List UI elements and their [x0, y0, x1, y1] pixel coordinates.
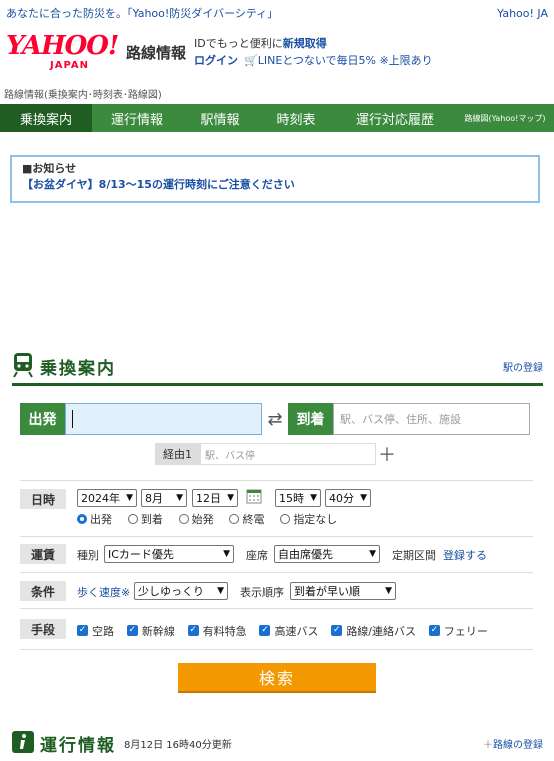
- walk-speed-select[interactable]: 少しゆっくり ▼: [134, 582, 228, 600]
- login-link[interactable]: ログイン: [194, 54, 238, 67]
- header: YAHOO! JAPAN 路線情報 IDでもっと便利に新規取得 ログイン 🛒LIN…: [0, 26, 554, 78]
- radio-arrival[interactable]: 到着: [127, 511, 163, 527]
- top-bar: あなたに合った防災を。「Yahoo!防災ダイバーシティ」 Yahoo! JA: [0, 0, 554, 26]
- means-checkboxes: ✓ 空路 ✓ 新幹線 ✓ 有料特急 ✓ 高速バス ✓ 路線/連絡バス ✓ フェリー: [77, 621, 497, 639]
- checkbox-highway-bus[interactable]: ✓ 高速バス: [259, 623, 318, 639]
- minute-select[interactable]: 40分 ▼: [325, 489, 371, 507]
- search-button[interactable]: 検索: [178, 663, 376, 693]
- operation-info-title: 運行情報: [40, 735, 116, 756]
- service-name[interactable]: 路線情報: [126, 42, 186, 63]
- seat-label: 座席: [246, 549, 268, 562]
- fare-row: 運賃 種別 ICカード優先 ▼ 座席 自由席優先 ▼ 定期区間 登録する: [20, 536, 533, 573]
- breadcrumb: 路線情報(乗換案内･時刻表･路線図): [4, 90, 162, 101]
- chevron-down-icon: ▼: [176, 493, 183, 503]
- checkbox-shinkansen[interactable]: ✓ 新幹線: [126, 623, 175, 639]
- info-icon: [12, 730, 34, 756]
- month-select[interactable]: 8月 ▼: [141, 489, 187, 507]
- line-promo-link[interactable]: LINEとつないで毎日5% ※上限あり: [258, 54, 433, 67]
- walk-speed-link[interactable]: 歩く速度※: [77, 584, 130, 600]
- cart-icon: 🛒: [244, 54, 258, 67]
- radio-none[interactable]: 指定なし: [280, 511, 337, 527]
- global-nav: 乗換案内 運行情報 駅情報 時刻表 運行対応履歴 路線図(Yahoo!マップ): [0, 104, 554, 132]
- id-text: IDでもっと便利に: [194, 37, 283, 50]
- transfer-title: 乗換案内: [40, 358, 116, 379]
- checkbox-limited-express[interactable]: ✓ 有料特急: [187, 623, 247, 639]
- tab-operation[interactable]: 運行情報: [92, 104, 182, 132]
- tab-route-map[interactable]: 路線図(Yahoo!マップ): [456, 104, 554, 132]
- notice-link[interactable]: 【お盆ダイヤ】8/13〜15の運行時刻にご注意ください: [22, 178, 295, 191]
- radio-last-train[interactable]: 終電: [229, 511, 264, 527]
- train-icon: [12, 352, 34, 381]
- seat-select[interactable]: 自由席優先 ▼: [274, 545, 380, 563]
- tab-timetable[interactable]: 時刻表: [258, 104, 334, 132]
- chevron-down-icon: ▼: [385, 586, 392, 596]
- condition-label: 条件: [20, 581, 66, 601]
- check-icon: ✓: [428, 625, 440, 636]
- fare-type-label: 種別: [77, 549, 99, 562]
- check-icon: ✓: [187, 625, 199, 636]
- chevron-down-icon: ▼: [360, 493, 367, 503]
- from-input[interactable]: [65, 403, 262, 435]
- promo-link[interactable]: あなたに合った防災を。「Yahoo!防災ダイバーシティ」: [6, 5, 278, 21]
- yahoo-japan-link[interactable]: Yahoo! JA: [497, 7, 548, 20]
- sort-order-select[interactable]: 到着が早い順 ▼: [290, 582, 396, 600]
- notice-box: ■お知らせ 【お盆ダイヤ】8/13〜15の運行時刻にご注意ください: [10, 155, 540, 203]
- station-register-link[interactable]: 駅の登録: [503, 359, 543, 374]
- tab-station[interactable]: 駅情報: [182, 104, 258, 132]
- chevron-down-icon: ▼: [126, 493, 133, 503]
- tab-transfer[interactable]: 乗換案内: [0, 104, 92, 132]
- check-icon: ✓: [331, 625, 343, 636]
- chevron-down-icon: ▼: [223, 549, 230, 559]
- datetime-options: 出発 到着 始発 終電 指定なし: [77, 511, 349, 527]
- chevron-down-icon: ▼: [369, 549, 376, 559]
- chevron-down-icon: ▼: [217, 586, 224, 596]
- operation-info-header: 運行情報 8月12日 16時40分更新 ＋ 路線の登録: [12, 729, 543, 757]
- logo-main: YAHOO!: [6, 31, 119, 61]
- year-select[interactable]: 2024年 ▼: [77, 489, 137, 507]
- from-label: 出発: [20, 403, 65, 435]
- condition-row: 条件 歩く速度※ 少しゆっくり ▼ 表示順序 到着が早い順 ▼: [20, 572, 533, 609]
- radio-departure[interactable]: 出発: [77, 511, 112, 527]
- chevron-down-icon: ▼: [227, 493, 234, 503]
- operation-info-updated: 8月12日 16時40分更新: [124, 739, 232, 751]
- to-input[interactable]: 駅、バス停、住所、施設: [333, 403, 530, 435]
- fare-label: 運賃: [20, 544, 66, 564]
- radio-first-train[interactable]: 始発: [178, 511, 214, 527]
- datetime-label: 日時: [20, 489, 66, 509]
- check-icon: ✓: [126, 625, 138, 636]
- fare-type-select[interactable]: ICカード優先 ▼: [104, 545, 234, 563]
- via-label: 経由1: [155, 443, 200, 465]
- to-label: 到着: [288, 403, 333, 435]
- means-row: 手段 ✓ 空路 ✓ 新幹線 ✓ 有料特急 ✓ 高速バス ✓ 路線/連絡バス ✓ フェリー: [20, 608, 533, 650]
- logo-sub: JAPAN: [50, 60, 89, 71]
- checkbox-route-bus[interactable]: ✓ 路線/連絡バス: [331, 623, 416, 639]
- check-icon: ✓: [259, 625, 271, 636]
- calendar-icon[interactable]: [246, 488, 262, 504]
- swap-icon[interactable]: ⇄: [262, 403, 288, 435]
- station-row: 出発 ⇄ 到着 駅、バス停、住所、施設: [20, 403, 530, 435]
- yahoo-logo[interactable]: YAHOO! JAPAN: [6, 32, 124, 72]
- notice-title: ■お知らせ: [22, 162, 77, 175]
- plus-icon: ＋: [483, 739, 493, 751]
- chevron-down-icon: ▼: [310, 493, 317, 503]
- checkbox-air[interactable]: ✓ 空路: [77, 623, 114, 639]
- commuter-pass-label: 定期区間: [392, 549, 436, 562]
- checkbox-ferry[interactable]: ✓ フェリー: [428, 623, 488, 639]
- means-label: 手段: [20, 619, 66, 639]
- route-register-link[interactable]: 路線の登録: [493, 736, 543, 751]
- hour-select[interactable]: 15時 ▼: [275, 489, 321, 507]
- transfer-header: 乗換案内 駅の登録: [12, 349, 543, 386]
- check-icon: ✓: [77, 625, 88, 636]
- signup-link[interactable]: 新規取得: [283, 37, 327, 50]
- sort-order-label: 表示順序: [240, 586, 284, 599]
- tab-history[interactable]: 運行対応履歴: [334, 104, 456, 132]
- commuter-pass-link[interactable]: 登録する: [443, 547, 487, 563]
- via-row: 経由1 駅、バス停 ＋: [155, 443, 398, 466]
- day-select[interactable]: 12日 ▼: [192, 489, 238, 507]
- add-via-icon[interactable]: ＋: [376, 443, 398, 466]
- account-area: IDでもっと便利に新規取得 ログイン 🛒LINEとつないで毎日5% ※上限あり: [194, 35, 433, 69]
- datetime-row: 日時 2024年 ▼ 8月 ▼ 12日 ▼ 15時 ▼ 40分 ▼ 出発 到着 始発 終電…: [20, 480, 533, 537]
- via-input[interactable]: 駅、バス停: [200, 443, 376, 465]
